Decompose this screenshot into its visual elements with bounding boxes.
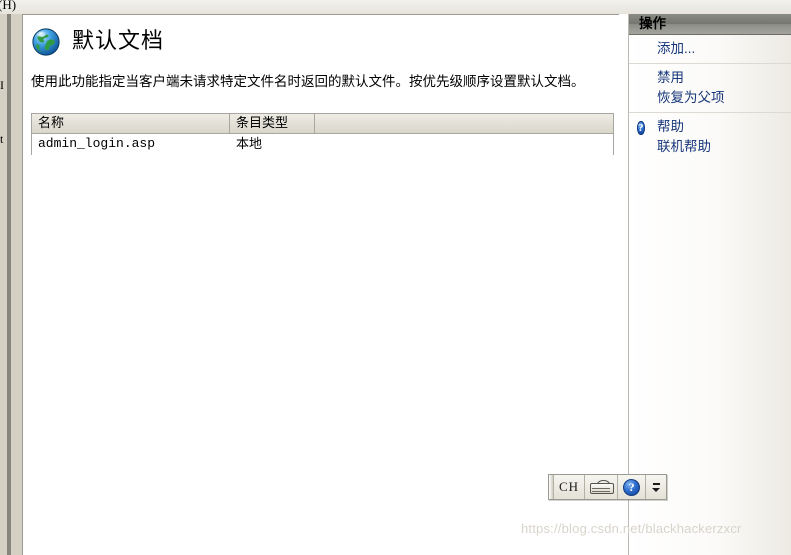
feature-header: 默认文档 xyxy=(23,15,619,63)
action-disable-label: 禁用 xyxy=(657,70,684,85)
menu-item-help-mnemonic[interactable]: (H) xyxy=(0,0,16,13)
action-add-label: 添加... xyxy=(657,41,696,56)
minimize-icon xyxy=(652,482,660,485)
ime-language-label: CH xyxy=(559,479,580,494)
ime-help-button[interactable]: ? xyxy=(618,475,647,499)
action-help[interactable]: ? 帮助 xyxy=(629,117,791,137)
actions-pane-title: 操作 xyxy=(629,14,791,35)
action-revert-to-parent-label: 恢复为父项 xyxy=(657,90,725,105)
pane-gutter xyxy=(11,14,22,555)
keyboard-icon[interactable] xyxy=(585,475,619,499)
action-disable[interactable]: 禁用 xyxy=(629,68,791,88)
column-header-filler xyxy=(315,114,613,133)
action-revert-to-parent[interactable]: 恢复为父项 xyxy=(629,88,791,108)
action-group-1: 添加... xyxy=(629,35,791,64)
clipped-glyph-2: t xyxy=(0,132,4,146)
cell-entry-type: 本地 xyxy=(236,136,263,151)
chevron-down-icon xyxy=(652,487,661,492)
grid-header-row: 名称 条目类型 xyxy=(32,114,613,134)
tree-pane-edge xyxy=(0,14,7,555)
cell-name: admin_login.asp xyxy=(38,136,156,151)
action-online-help[interactable]: 联机帮助 xyxy=(629,137,791,157)
ime-language-button[interactable]: CH xyxy=(554,475,586,499)
page-title: 默认文档 xyxy=(72,28,165,53)
menu-bar-strip: (H) xyxy=(0,0,791,14)
action-add[interactable]: 添加... xyxy=(629,39,791,59)
action-group-3: ? 帮助 联机帮助 xyxy=(629,113,791,161)
help-icon: ? xyxy=(623,478,641,496)
ime-language-bar[interactable]: CH ? xyxy=(548,474,668,500)
action-online-help-label: 联机帮助 xyxy=(657,139,711,154)
column-header-name[interactable]: 名称 xyxy=(32,114,230,133)
globe-icon xyxy=(32,28,60,56)
cell-filler xyxy=(315,134,613,155)
iis-manager-window: (H) I t xyxy=(0,0,791,555)
watermark: https://blog.csdn.net/blackhackerzxcr xyxy=(521,521,742,536)
table-row[interactable]: admin_login.asp 本地 xyxy=(32,134,613,155)
column-header-entry-type[interactable]: 条目类型 xyxy=(230,114,315,133)
default-document-grid[interactable]: 名称 条目类型 admin_login.asp 本地 xyxy=(31,113,614,155)
help-icon: ? xyxy=(637,121,645,135)
feature-description: 使用此功能指定当客户端未请求特定文件名时返回的默认文件。按优先级顺序设置默认文档… xyxy=(31,74,585,89)
action-group-2: 禁用 恢复为父项 xyxy=(629,64,791,113)
clipped-glyph-1: I xyxy=(0,78,4,92)
default-document-feature-panel: 默认文档 使用此功能指定当客户端未请求特定文件名时返回的默认文件。按优先级顺序设… xyxy=(22,14,619,555)
action-help-label: 帮助 xyxy=(657,119,684,134)
ime-options-button[interactable] xyxy=(646,475,667,499)
